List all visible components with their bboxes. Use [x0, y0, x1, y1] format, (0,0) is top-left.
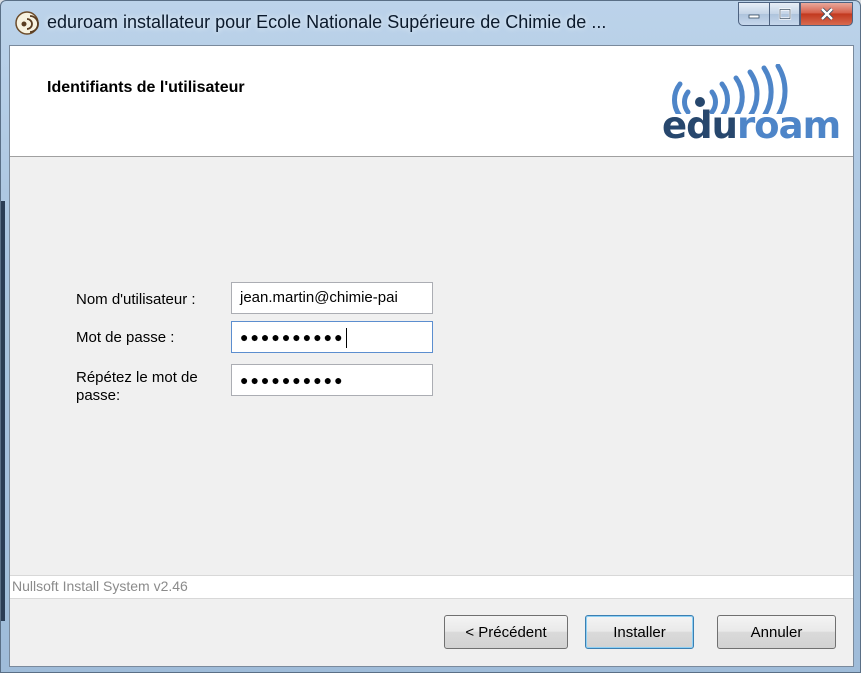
close-button[interactable]: [800, 2, 853, 26]
minimize-button[interactable]: [738, 2, 769, 26]
password-mask: ●●●●●●●●●●: [240, 329, 345, 345]
eduroam-app-icon: [15, 11, 39, 35]
cancel-button[interactable]: Annuler: [717, 615, 836, 649]
previous-button[interactable]: < Précédent: [444, 615, 568, 649]
maximize-button[interactable]: [769, 2, 800, 26]
username-input[interactable]: jean.martin@chimie-pai: [231, 282, 433, 314]
close-icon: [820, 7, 833, 21]
password-input[interactable]: ●●●●●●●●●●: [231, 321, 433, 353]
text-caret: [345, 328, 347, 349]
username-label: Nom d'utilisateur :: [76, 291, 196, 308]
repeat-password-label: Répétez le mot de passe:: [76, 369, 198, 405]
window-controls: [738, 2, 853, 26]
maximize-icon: [778, 8, 791, 20]
repeat-password-input[interactable]: ●●●●●●●●●●: [231, 364, 433, 396]
page-title: Identifiants de l'utilisateur: [47, 79, 245, 96]
title-bar[interactable]: eduroam installateur pour Ecole National…: [1, 1, 860, 45]
background-window-edge: [1, 201, 5, 621]
installer-window: eduroam installateur pour Ecole National…: [0, 0, 861, 673]
install-button[interactable]: Installer: [585, 615, 694, 649]
minimize-icon: [748, 14, 760, 19]
repeat-password-label-line1: Répétez le mot de: [76, 369, 198, 386]
password-label: Mot de passe :: [76, 329, 175, 346]
page-header: Identifiants de l'utilisateur eduroam: [10, 46, 853, 157]
window-title: eduroam installateur pour Ecole National…: [47, 12, 607, 32]
branding-strip: Nullsoft Install System v2.46: [10, 575, 853, 599]
branding-text: Nullsoft Install System v2.46: [12, 578, 188, 594]
eduroam-wordmark: eduroam: [662, 104, 841, 147]
repeat-password-label-line2: passe:: [76, 387, 121, 404]
dialog-client-area: Identifiants de l'utilisateur eduroam No…: [9, 45, 854, 667]
eduroam-logo: eduroam: [650, 64, 841, 149]
